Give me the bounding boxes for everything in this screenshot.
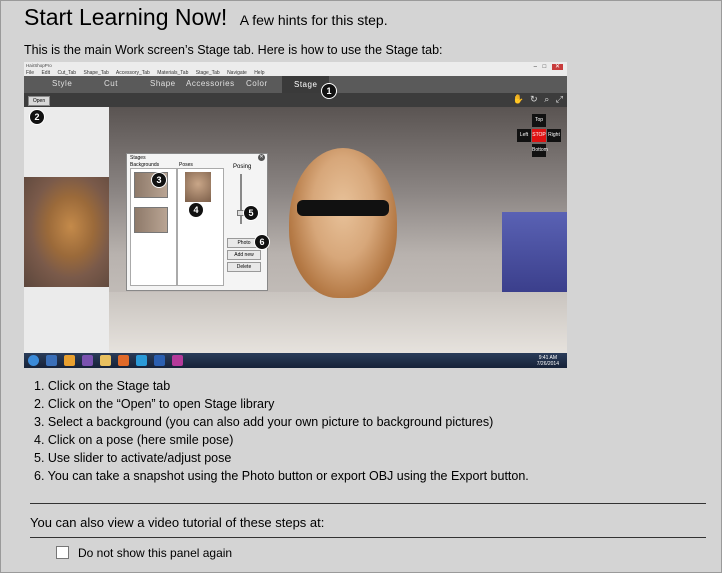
firefox-icon — [118, 355, 129, 366]
taskbar-clock: 9:41 AM 7/26/2014 — [537, 355, 559, 367]
pose-slider-track — [240, 174, 242, 224]
pose-thumb — [185, 172, 211, 202]
header: Start Learning Now! A few hints for this… — [24, 4, 388, 31]
tab-style: Style — [52, 79, 73, 88]
hairshop-icon — [172, 355, 183, 366]
callout-marker: 1 — [321, 83, 337, 99]
camera-navpad: Top Left STOP Right Bottom — [517, 114, 562, 160]
folder-icon — [100, 355, 111, 366]
dialog-title: Stages — [130, 155, 146, 161]
delete-button: Delete — [227, 262, 261, 272]
divider — [30, 537, 706, 538]
step-item: 4. Click on a pose (here smile pose) — [34, 433, 234, 447]
media-icon — [64, 355, 75, 366]
close-icon: ✕ — [551, 64, 563, 70]
head-model — [289, 148, 397, 298]
callout-marker: 4 — [188, 202, 204, 218]
video-tutorial-text: You can also view a video tutorial of th… — [30, 515, 325, 530]
word-icon — [154, 355, 165, 366]
scene-floor — [109, 292, 567, 353]
windows-taskbar: 9:41 AM 7/26/2014 — [24, 353, 567, 368]
scene-backdrop — [502, 212, 567, 292]
tab-color: Color — [246, 79, 268, 88]
add-new-button: Add new — [227, 250, 261, 260]
callout-marker: 3 — [151, 172, 167, 188]
maximize-icon: □ — [542, 64, 547, 70]
app-toolbar — [24, 93, 567, 107]
sunglasses — [297, 200, 389, 216]
steps-list: 1. Click on the Stage tab 2. Click on th… — [34, 377, 529, 485]
hairstyle-photo — [24, 177, 109, 287]
premiere-icon — [82, 355, 93, 366]
nav-right: Right — [547, 129, 561, 142]
app-tabbar: Style Cut Shape Accessories Color Stage — [24, 76, 567, 93]
step-item: 2. Click on the “Open” to open Stage lib… — [34, 397, 275, 411]
tab-shape: Shape — [150, 79, 176, 88]
step-item: 5. Use slider to activate/adjust pose — [34, 451, 232, 465]
page-subtitle: A few hints for this step. — [239, 12, 388, 28]
fit-icon: ⤢ — [555, 94, 563, 104]
app-menubar: HairShopPro File Edit Cut_Tab Shape_Tab … — [24, 62, 567, 76]
callout-marker: 6 — [254, 234, 270, 250]
stages-dialog: Stages ✕ Backgrounds Poses Posing Photo … — [126, 153, 268, 291]
tab-cut: Cut — [104, 79, 118, 88]
step-item: 3. Select a background (you can also add… — [34, 415, 494, 429]
clock-date: 7/26/2014 — [536, 361, 559, 367]
skype-icon — [136, 355, 147, 366]
divider — [30, 503, 706, 504]
minimize-icon: – — [533, 64, 537, 70]
nav-stop: STOP — [532, 129, 546, 142]
nav-top: Top — [532, 114, 546, 127]
page-title: Start Learning Now! — [24, 4, 228, 30]
stage-tab-screenshot: HairShopPro File Edit Cut_Tab Shape_Tab … — [24, 62, 567, 368]
do-not-show-label[interactable]: Do not show this panel again — [78, 546, 232, 560]
background-thumb — [134, 207, 168, 233]
nav-bottom: Bottom — [532, 144, 548, 157]
nav-left: Left — [517, 129, 531, 142]
callout-marker: 2 — [29, 109, 45, 125]
callout-marker: 5 — [243, 205, 259, 221]
app-name: HairShopPro — [26, 63, 52, 68]
posing-label: Posing — [233, 164, 252, 170]
step-item: 1. Click on the Stage tab — [34, 379, 171, 393]
start-icon — [28, 355, 39, 366]
window-controls: – □ ✕ — [530, 63, 563, 70]
view-tools: ✋ ↻ ⌕ ⤢ — [508, 94, 563, 105]
ie-icon — [46, 355, 57, 366]
rotate-icon: ↻ — [530, 94, 538, 104]
hand-icon: ✋ — [512, 94, 524, 104]
intro-text: This is the main Work screen’s Stage tab… — [24, 43, 443, 57]
zoom-icon: ⌕ — [544, 94, 550, 104]
tab-accessories: Accessories — [186, 79, 235, 88]
step-item: 6. You can take a snapshot using the Pho… — [34, 469, 529, 483]
do-not-show-checkbox[interactable] — [56, 546, 69, 559]
dialog-close-icon: ✕ — [258, 154, 265, 161]
open-button: Open — [28, 96, 50, 106]
